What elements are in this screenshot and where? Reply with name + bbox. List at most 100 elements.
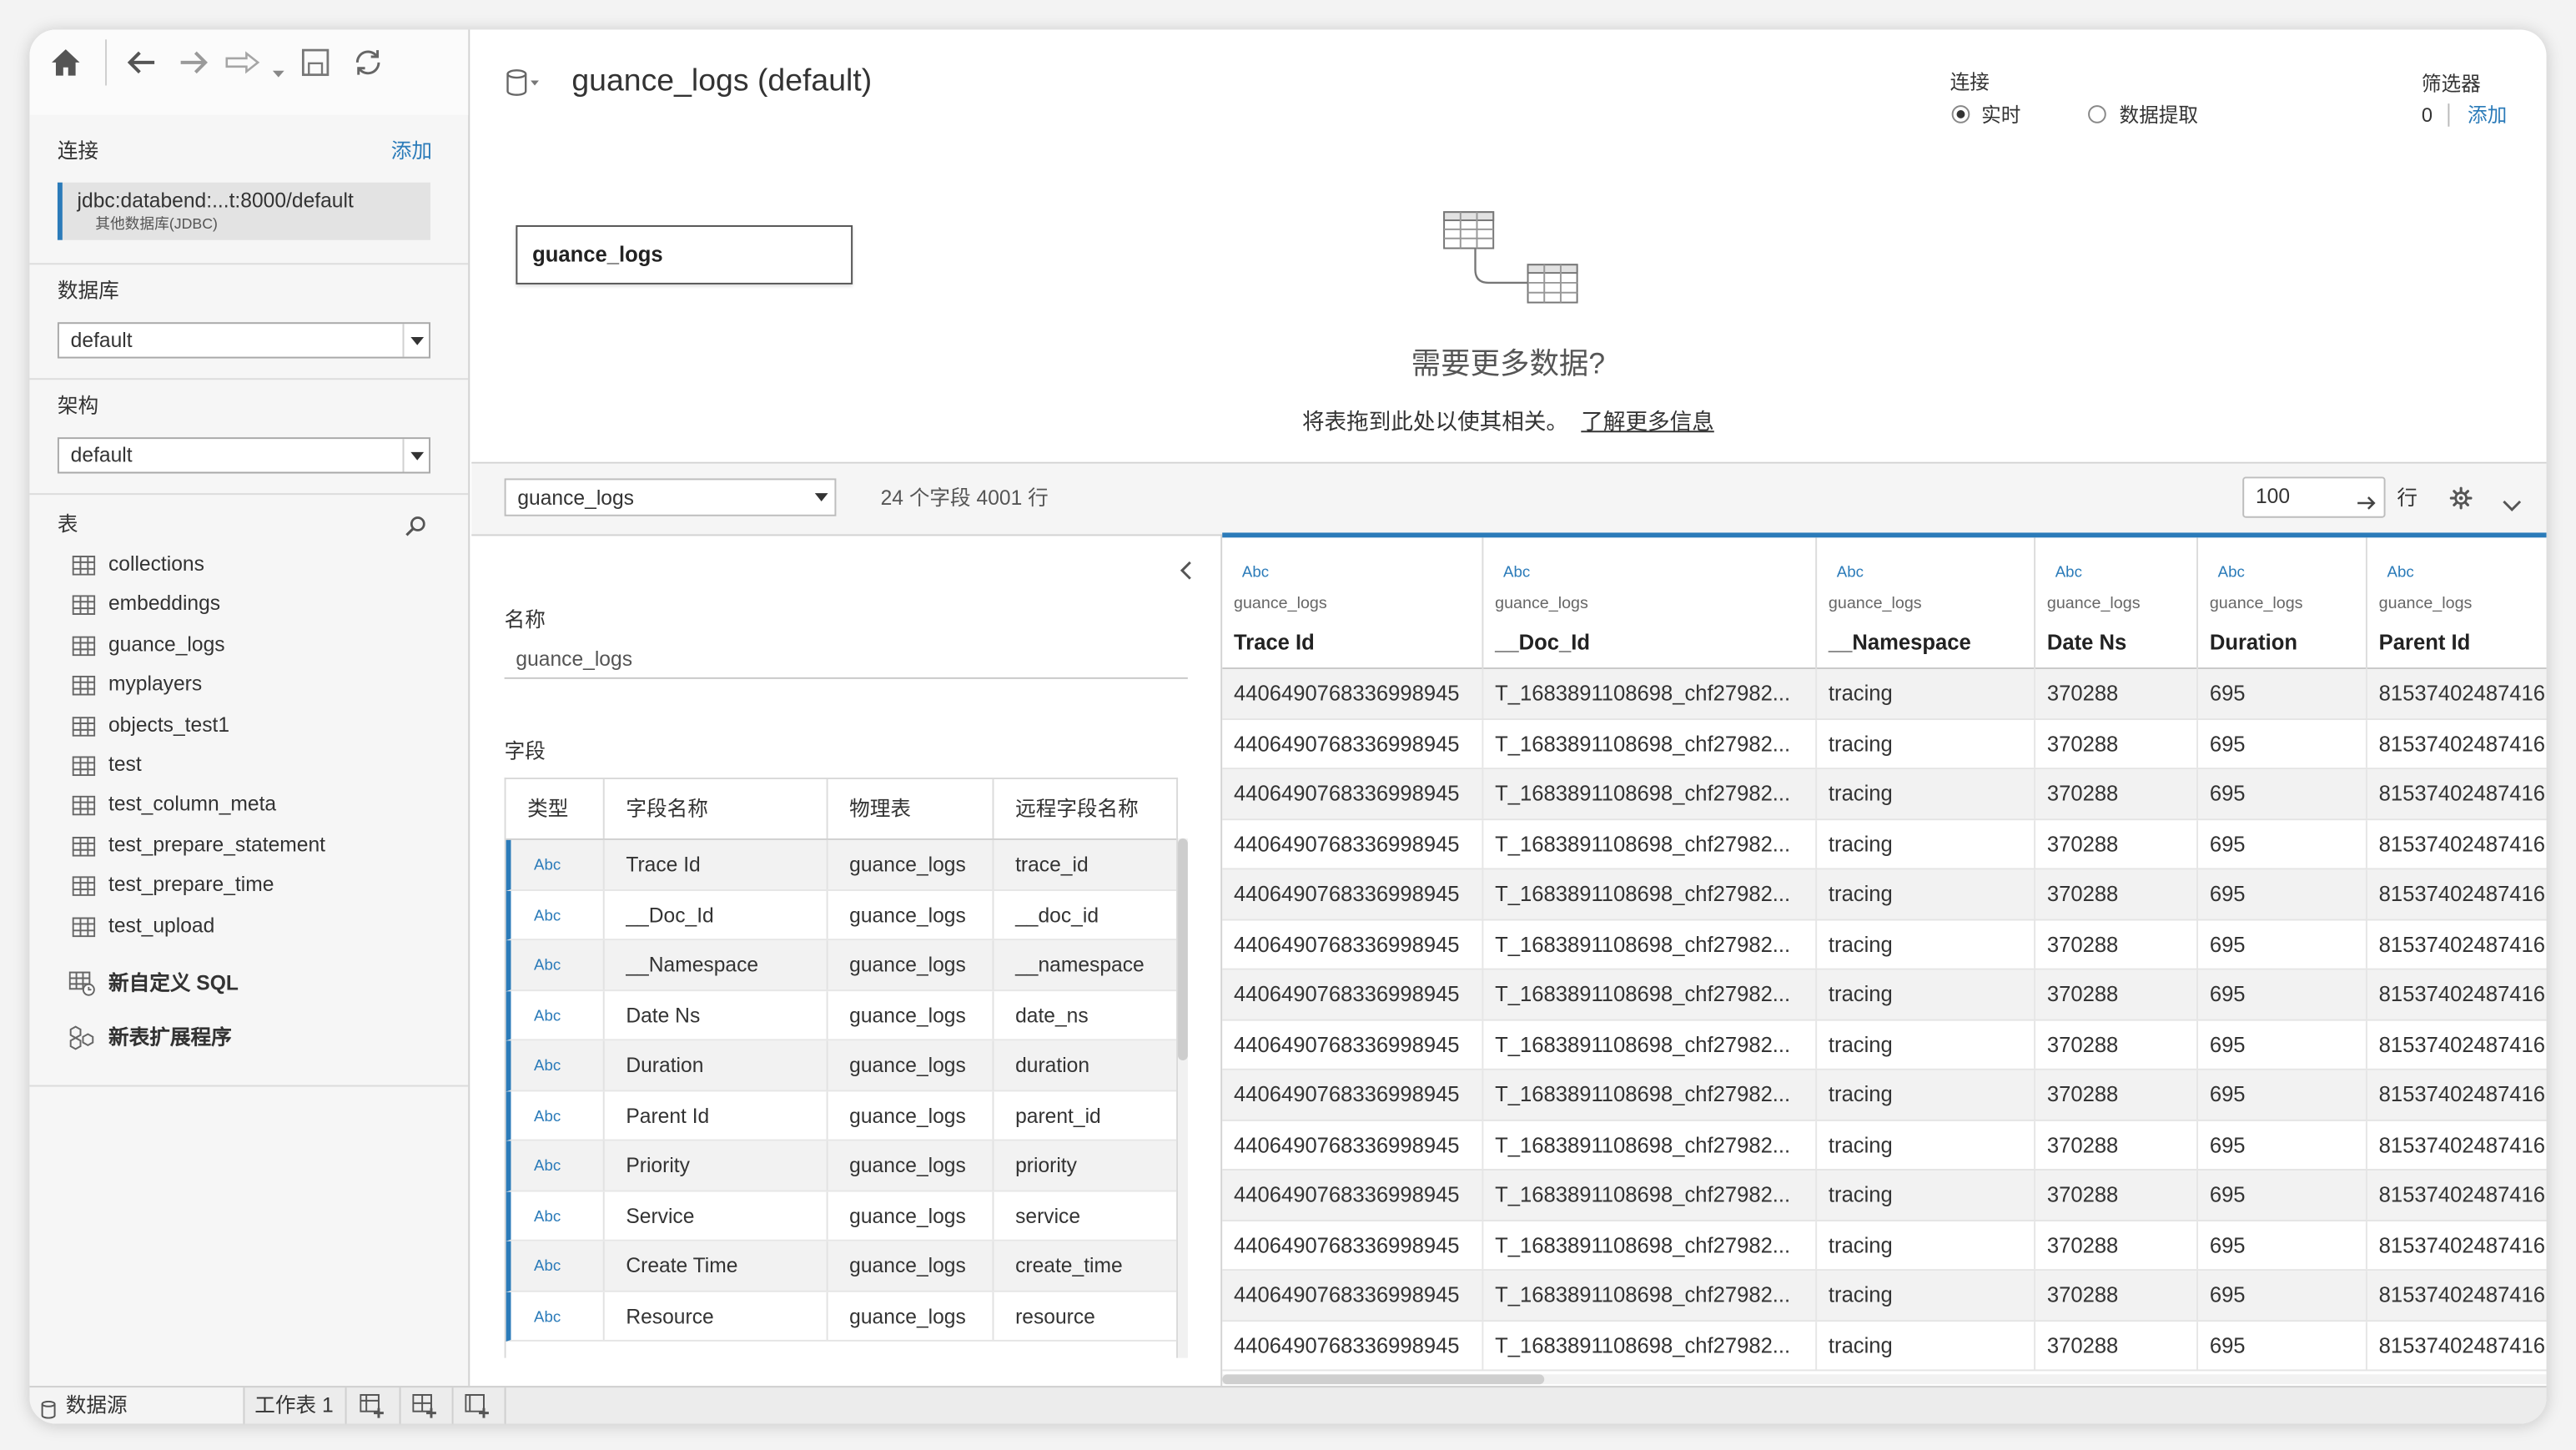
sidebar-table-item[interactable]: test_upload — [29, 905, 468, 945]
home-icon[interactable] — [49, 46, 82, 87]
tab-sheet-1[interactable]: 工作表 1 — [244, 1387, 345, 1423]
refresh-icon[interactable] — [353, 48, 382, 85]
new-worksheet-icon[interactable] — [360, 1394, 385, 1423]
database-select[interactable]: default — [57, 322, 430, 359]
grid-cell: 4406490768336998945 — [1222, 969, 1484, 1019]
field-column-header[interactable]: 类型 — [506, 779, 605, 838]
field-type-icon[interactable]: Abc — [506, 990, 605, 1040]
collapse-panel-icon[interactable] — [1180, 559, 1193, 588]
field-row[interactable]: Abc Date Ns guance_logs date_ns — [506, 990, 1177, 1041]
arrow-right-icon[interactable] — [2357, 490, 2377, 519]
grid-column-header[interactable]: Abc guance_logs Duration — [2198, 537, 2367, 670]
field-row[interactable]: Abc __Doc_Id guance_logs __doc_id — [506, 890, 1177, 941]
schema-select[interactable]: default — [57, 437, 430, 474]
field-column-header[interactable]: 远程字段名称 — [994, 779, 1176, 838]
dropdown-arrow-icon[interactable] — [402, 324, 430, 357]
grid-cell: 370288 — [2035, 969, 2199, 1019]
live-radio-label[interactable]: 实时 — [1981, 103, 2020, 127]
field-type-icon[interactable]: Abc — [506, 1140, 605, 1190]
datasource-icon[interactable] — [506, 69, 539, 105]
sidebar-table-item[interactable]: test — [29, 745, 468, 785]
sidebar-table-item[interactable]: test_prepare_time — [29, 865, 468, 905]
field-type-icon[interactable]: Abc — [506, 1241, 605, 1290]
field-row[interactable]: Abc Resource guance_logs resource — [506, 1291, 1177, 1342]
tab-datasource[interactable]: 数据源 — [29, 1387, 244, 1424]
field-type-icon[interactable]: Abc — [506, 940, 605, 989]
sidebar-table-item[interactable]: test_prepare_statement — [29, 825, 468, 865]
add-connection-link[interactable]: 添加 — [391, 139, 432, 163]
field-row[interactable]: Abc Trace Id guance_logs trace_id — [506, 839, 1177, 891]
field-type-icon[interactable]: Abc — [506, 839, 605, 889]
grid-cell: 4406490768336998945 — [1222, 1070, 1484, 1119]
sidebar-table-item[interactable]: objects_test1 — [29, 705, 468, 745]
dropdown-arrow-icon[interactable] — [402, 439, 430, 472]
chevron-down-icon[interactable] — [2502, 491, 2522, 521]
chevron-down-icon[interactable] — [272, 58, 284, 87]
search-icon[interactable] — [404, 515, 427, 546]
grid-column-header[interactable]: Abc guance_logs __Namespace — [1817, 537, 2036, 670]
field-row[interactable]: Abc Service guance_logs service — [506, 1191, 1177, 1241]
sidebar-table-item[interactable]: myplayers — [29, 664, 468, 704]
name-input[interactable]: guance_logs — [516, 647, 632, 671]
grid-horizontal-scrollbar[interactable] — [1222, 1374, 2547, 1385]
field-name: Service — [605, 1191, 828, 1240]
sidebar-table-item[interactable]: guance_logs — [29, 624, 468, 664]
undo-icon[interactable] — [125, 46, 158, 87]
database-label: 数据库 — [57, 279, 119, 303]
fields-scrollbar-thumb[interactable] — [1178, 838, 1188, 1060]
sidebar-table-item[interactable]: collections — [29, 544, 468, 584]
field-row[interactable]: Abc Parent Id guance_logs parent_id — [506, 1090, 1177, 1141]
grid-cell: 370288 — [2035, 1271, 2199, 1320]
learn-more-link[interactable]: 了解更多信息 — [1581, 410, 1714, 435]
field-column-header[interactable]: 字段名称 — [605, 779, 828, 838]
grid-cell: 370288 — [2035, 1070, 2199, 1119]
connection-item[interactable]: jdbc:databend:...t:8000/default 其他数据库(JD… — [57, 182, 430, 240]
column-type-icon[interactable]: Abc — [1242, 564, 1269, 584]
new-dashboard-icon[interactable] — [412, 1394, 437, 1423]
extract-radio-label[interactable]: 数据提取 — [2120, 103, 2199, 127]
sidebar-table-item[interactable]: embeddings — [29, 584, 468, 624]
field-type-icon[interactable]: Abc — [506, 1191, 605, 1240]
column-type-icon[interactable]: Abc — [2055, 564, 2082, 584]
grid-column-header[interactable]: Abc guance_logs Trace Id — [1222, 537, 1484, 670]
column-type-icon[interactable]: Abc — [1837, 564, 1864, 584]
new-table-extension-button[interactable]: 新表扩展程序 — [29, 1020, 468, 1055]
replay-icon[interactable] — [225, 51, 261, 82]
rows-input[interactable]: 100 — [2242, 476, 2386, 519]
dropdown-arrow-icon[interactable] — [808, 480, 835, 514]
field-row[interactable]: Abc Create Time guance_logs create_time — [506, 1241, 1177, 1291]
field-row[interactable]: Abc __Namespace guance_logs __namespace — [506, 940, 1177, 991]
column-type-icon[interactable]: Abc — [1503, 564, 1530, 584]
field-type-icon[interactable]: Abc — [506, 890, 605, 939]
sidebar-table-item[interactable]: test_column_meta — [29, 785, 468, 825]
redo-icon[interactable] — [178, 46, 210, 87]
grid-column-header[interactable]: Abc guance_logs Parent Id — [2367, 537, 2547, 669]
data-grid-body: 4406490768336998945 T_1683891108698_chf27… — [1222, 669, 2547, 1372]
field-type-icon[interactable]: Abc — [506, 1090, 605, 1140]
grid-column-header[interactable]: Abc guance_logs Date Ns — [2035, 537, 2199, 670]
new-story-icon[interactable] — [465, 1394, 490, 1423]
add-filter-link[interactable]: 添加 — [2468, 103, 2507, 127]
grid-scrollbar-thumb[interactable] — [1222, 1374, 1545, 1385]
column-name: Date Ns — [2046, 629, 2127, 655]
extract-radio[interactable] — [2088, 105, 2106, 123]
live-radio[interactable] — [1951, 105, 1970, 123]
page-title[interactable]: guance_logs (default) — [571, 64, 872, 100]
new-custom-sql-button[interactable]: 新自定义 SQL — [29, 965, 468, 1001]
connections-label: 连接 — [57, 139, 99, 164]
canvas-table[interactable]: guance_logs — [516, 224, 853, 284]
field-column-header[interactable]: 物理表 — [828, 779, 994, 838]
grid-column-header[interactable]: Abc guance_logs __Doc_Id — [1483, 537, 1818, 670]
fields-scrollbar[interactable] — [1178, 838, 1188, 1358]
field-type-icon[interactable]: Abc — [506, 1291, 605, 1340]
column-type-icon[interactable]: Abc — [2387, 564, 2414, 584]
datasource-icon — [41, 1397, 56, 1424]
field-row[interactable]: Abc Duration guance_logs duration — [506, 1040, 1177, 1091]
sidebar-table-name: test_prepare_time — [108, 873, 274, 897]
column-type-icon[interactable]: Abc — [2218, 564, 2245, 584]
grid-table-select[interactable]: guance_logs — [504, 478, 837, 516]
gear-icon[interactable] — [2449, 486, 2473, 517]
field-type-icon[interactable]: Abc — [506, 1040, 605, 1090]
save-icon[interactable] — [300, 48, 330, 85]
field-row[interactable]: Abc Priority guance_logs priority — [506, 1140, 1177, 1191]
